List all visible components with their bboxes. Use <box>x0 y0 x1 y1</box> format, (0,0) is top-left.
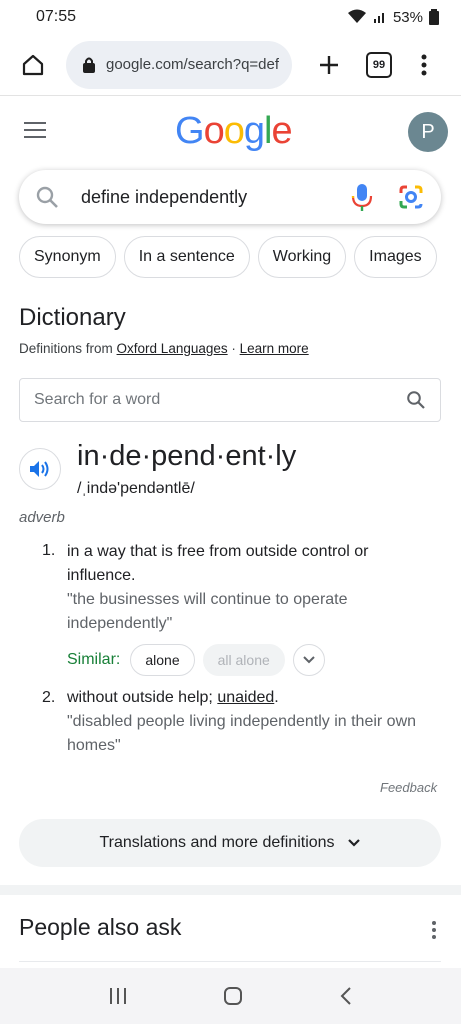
part-of-speech: adverb <box>19 509 65 526</box>
search-icon <box>36 186 58 208</box>
divider <box>19 961 441 962</box>
similar-words-row: Similar: alone all alone <box>67 644 325 676</box>
browser-toolbar: google.com/search?q=def 99 <box>0 34 461 96</box>
pronunciation-button[interactable] <box>19 448 61 490</box>
search-filter-chips: Synonym In a sentence Working Images <box>19 236 437 278</box>
word-search-field[interactable]: Search for a word <box>19 378 441 422</box>
source-prefix: Definitions from <box>19 341 117 356</box>
translations-label: Translations and more definitions <box>99 834 335 851</box>
url-text: google.com/search?q=def <box>106 56 280 73</box>
wifi-icon <box>347 9 366 23</box>
definition-text-before: without outside help; <box>67 689 218 706</box>
recent-apps-icon[interactable] <box>108 987 128 1005</box>
people-also-ask-title: People also ask <box>19 914 182 940</box>
more-vert-icon <box>421 54 427 75</box>
google-logo-letter: o <box>203 110 225 152</box>
battery-icon <box>429 9 439 25</box>
status-icons: 53% <box>347 9 439 26</box>
system-navigation-bar <box>0 968 461 1024</box>
status-bar: 07:55 53% <box>0 0 461 34</box>
similar-word-chip[interactable]: alone <box>130 644 195 676</box>
chevron-down-icon <box>303 656 315 664</box>
microphone-icon[interactable] <box>349 182 375 212</box>
chip-images[interactable]: Images <box>354 236 437 278</box>
definition-example: "disabled people living independently in… <box>67 713 417 754</box>
expand-similar-button[interactable] <box>292 644 325 676</box>
google-lens-icon[interactable] <box>397 183 425 211</box>
definition-number: 2. <box>42 689 56 706</box>
chip-working[interactable]: Working <box>257 236 347 278</box>
signal-icon <box>373 13 384 23</box>
plus-icon <box>320 55 338 74</box>
dictionary-title: Dictionary <box>19 304 126 331</box>
home-icon <box>22 54 44 75</box>
hamburger-menu-icon[interactable] <box>24 122 48 142</box>
definition-text: without outside help; unaided. <box>67 686 437 710</box>
search-input[interactable]: define independently <box>81 187 349 208</box>
translations-button[interactable]: Translations and more definitions <box>19 819 441 867</box>
search-icon[interactable] <box>406 390 426 410</box>
status-time: 07:55 <box>36 8 77 25</box>
definition-number: 1. <box>42 542 56 559</box>
similar-word-chip[interactable]: all alone <box>202 644 285 676</box>
google-logo[interactable]: Google <box>175 110 293 153</box>
unaided-link[interactable]: unaided <box>217 689 274 706</box>
browser-menu-button[interactable] <box>414 50 434 80</box>
similar-label: Similar: <box>67 651 121 668</box>
chevron-down-icon <box>347 839 360 847</box>
section-divider <box>0 885 461 895</box>
definition-text-after: . <box>274 689 279 706</box>
battery-percent: 53% <box>392 8 423 26</box>
google-logo-letter: G <box>175 110 205 152</box>
learn-more-link[interactable]: Learn more <box>240 341 309 356</box>
lock-icon <box>83 57 95 73</box>
feedback-link[interactable]: Feedback <box>380 780 437 795</box>
headword: in·de·pend·ent·ly <box>77 440 297 472</box>
url-bar[interactable]: google.com/search?q=def <box>66 40 292 89</box>
phonetic: /ˌində'pendəntlē/ <box>77 480 195 497</box>
chip-in-a-sentence[interactable]: In a sentence <box>123 236 250 278</box>
source-separator: · <box>227 341 240 356</box>
search-box[interactable]: define independently <box>19 170 441 224</box>
home-button[interactable] <box>16 48 50 82</box>
word-search-placeholder: Search for a word <box>34 391 161 408</box>
dictionary-source: Definitions from Oxford Languages · Lear… <box>19 341 309 356</box>
chip-synonym[interactable]: Synonym <box>19 236 116 278</box>
back-icon[interactable] <box>339 986 353 1006</box>
definition-text: in a way that is free from outside contr… <box>67 543 369 584</box>
speaker-icon <box>30 461 49 477</box>
new-tab-button[interactable] <box>314 50 344 80</box>
avatar[interactable]: P <box>408 112 448 152</box>
more-vert-icon[interactable] <box>428 920 440 940</box>
definition-example: "the businesses will continue to operate… <box>67 591 348 632</box>
google-logo-letter: g <box>243 110 265 152</box>
tab-switcher-button[interactable]: 99 <box>366 51 392 78</box>
google-logo-letter: o <box>223 110 245 152</box>
google-header: Google P <box>0 104 461 160</box>
google-logo-letter: e <box>271 110 292 152</box>
home-nav-icon[interactable] <box>223 986 243 1006</box>
oxford-languages-link[interactable]: Oxford Languages <box>117 341 228 356</box>
